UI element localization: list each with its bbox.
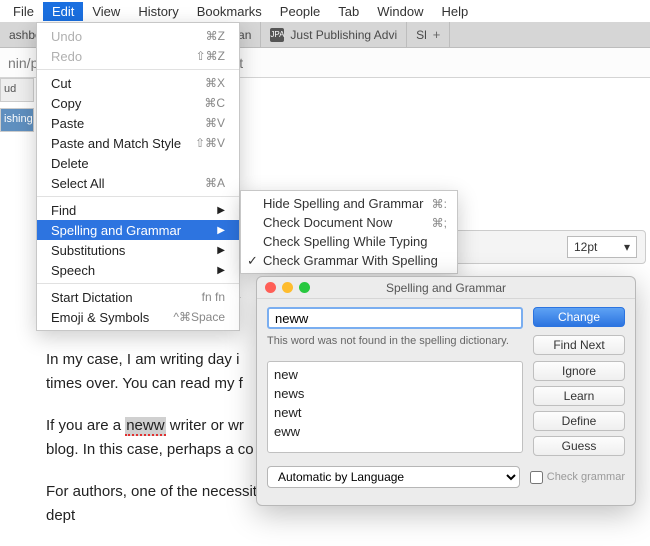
menu-item-paste[interactable]: Paste⌘V bbox=[37, 113, 239, 133]
spelling-grammar-submenu: Hide Spelling and Grammar⌘:Check Documen… bbox=[240, 190, 458, 274]
check-icon: ✓ bbox=[247, 253, 258, 269]
suggestion-item[interactable]: news bbox=[274, 385, 516, 404]
submenu-item-check-spelling-while-typing[interactable]: Check Spelling While Typing bbox=[241, 232, 457, 251]
menu-item-emoji-symbols[interactable]: Emoji & Symbols^⌘Space bbox=[37, 307, 239, 327]
favicon: JPA bbox=[270, 28, 284, 42]
shortcut: ⌘C bbox=[204, 96, 225, 110]
shortcut: ⌘V bbox=[205, 116, 225, 130]
language-select[interactable]: Automatic by Language bbox=[267, 466, 520, 488]
submenu-arrow-icon: ▶ bbox=[217, 225, 225, 236]
menubar-item-people[interactable]: People bbox=[271, 2, 329, 21]
misspelled-word-input[interactable] bbox=[267, 307, 523, 329]
menubar-item-view[interactable]: View bbox=[83, 2, 129, 21]
learn-button[interactable]: Learn bbox=[533, 386, 625, 406]
submenu-arrow-icon: ▶ bbox=[217, 245, 225, 256]
suggestions-list[interactable]: newnewsnewteww bbox=[267, 361, 523, 453]
side-tab-2[interactable]: ishing bbox=[0, 108, 34, 132]
menu-item-cut[interactable]: Cut⌘X bbox=[37, 73, 239, 93]
menubar-item-tab[interactable]: Tab bbox=[329, 2, 368, 21]
edit-menu: Undo⌘ZRedo⇧⌘Z Cut⌘XCopy⌘CPaste⌘VPaste and… bbox=[36, 22, 240, 331]
shortcut: ⌘X bbox=[205, 76, 225, 90]
tab-title: Just Publishing Advi bbox=[290, 28, 397, 42]
menu-item-delete[interactable]: Delete bbox=[37, 153, 239, 173]
menubar-item-help[interactable]: Help bbox=[433, 2, 478, 21]
side-tab-1[interactable]: ud bbox=[0, 78, 34, 102]
menubar: FileEditViewHistoryBookmarksPeopleTabWin… bbox=[0, 0, 650, 22]
shortcut: ^⌘Space bbox=[173, 310, 225, 324]
browser-tab[interactable]: JPA Just Publishing Advi bbox=[261, 22, 407, 47]
submenu-item-hide-spelling-and-grammar[interactable]: Hide Spelling and Grammar⌘: bbox=[241, 194, 457, 213]
shortcut: ⌘: bbox=[432, 197, 447, 211]
menu-separator bbox=[37, 69, 239, 70]
suggestion-item[interactable]: newt bbox=[274, 404, 516, 423]
tab-title: Sl bbox=[416, 28, 427, 42]
menubar-item-history[interactable]: History bbox=[129, 2, 187, 21]
submenu-arrow-icon: ▶ bbox=[217, 205, 225, 216]
side-column: ud ishing bbox=[0, 78, 34, 138]
change-button[interactable]: Change bbox=[533, 307, 625, 327]
shortcut: ⌘Z bbox=[206, 29, 225, 43]
find-next-button[interactable]: Find Next bbox=[533, 335, 625, 355]
panel-titlebar[interactable]: Spelling and Grammar bbox=[257, 277, 635, 299]
menu-separator bbox=[37, 283, 239, 284]
menubar-item-window[interactable]: Window bbox=[368, 2, 432, 21]
shortcut: ⌘; bbox=[432, 216, 447, 230]
menu-item-find[interactable]: Find▶ bbox=[37, 200, 239, 220]
suggestion-item[interactable]: eww bbox=[274, 423, 516, 442]
menu-item-redo: Redo⇧⌘Z bbox=[37, 46, 239, 66]
shortcut: ⌘A bbox=[205, 176, 225, 190]
menubar-item-bookmarks[interactable]: Bookmarks bbox=[188, 2, 271, 21]
menu-item-copy[interactable]: Copy⌘C bbox=[37, 93, 239, 113]
shortcut: ⇧⌘Z bbox=[196, 49, 225, 63]
menu-separator bbox=[37, 196, 239, 197]
panel-title: Spelling and Grammar bbox=[257, 281, 635, 295]
menu-item-select-all[interactable]: Select All⌘A bbox=[37, 173, 239, 193]
browser-tab[interactable]: Sl + bbox=[407, 22, 450, 47]
menubar-item-file[interactable]: File bbox=[4, 2, 43, 21]
shortcut: ⇧⌘V bbox=[195, 136, 225, 150]
submenu-item-check-document-now[interactable]: Check Document Now⌘; bbox=[241, 213, 457, 232]
menu-item-start-dictation[interactable]: Start Dictationfn fn bbox=[37, 287, 239, 307]
guess-button[interactable]: Guess bbox=[533, 436, 625, 456]
new-tab-icon[interactable]: + bbox=[433, 27, 441, 42]
ignore-button[interactable]: Ignore bbox=[533, 361, 625, 381]
submenu-item-check-grammar-with-spelling[interactable]: ✓Check Grammar With Spelling bbox=[241, 251, 457, 270]
shortcut: fn fn bbox=[202, 290, 225, 304]
menu-item-substitutions[interactable]: Substitutions▶ bbox=[37, 240, 239, 260]
misspelled-word[interactable]: neww bbox=[125, 417, 165, 436]
menu-item-undo: Undo⌘Z bbox=[37, 26, 239, 46]
suggestion-item[interactable]: new bbox=[274, 366, 516, 385]
menu-item-spelling-and-grammar[interactable]: Spelling and Grammar▶ bbox=[37, 220, 239, 240]
check-grammar-checkbox[interactable]: Check grammar bbox=[530, 471, 625, 484]
spelling-grammar-panel: Spelling and Grammar Change This word wa… bbox=[256, 276, 636, 506]
menu-item-speech[interactable]: Speech▶ bbox=[37, 260, 239, 280]
menu-item-paste-and-match-style[interactable]: Paste and Match Style⇧⌘V bbox=[37, 133, 239, 153]
define-button[interactable]: Define bbox=[533, 411, 625, 431]
status-message: This word was not found in the spelling … bbox=[267, 335, 523, 355]
menubar-item-edit[interactable]: Edit bbox=[43, 2, 83, 21]
submenu-arrow-icon: ▶ bbox=[217, 265, 225, 276]
